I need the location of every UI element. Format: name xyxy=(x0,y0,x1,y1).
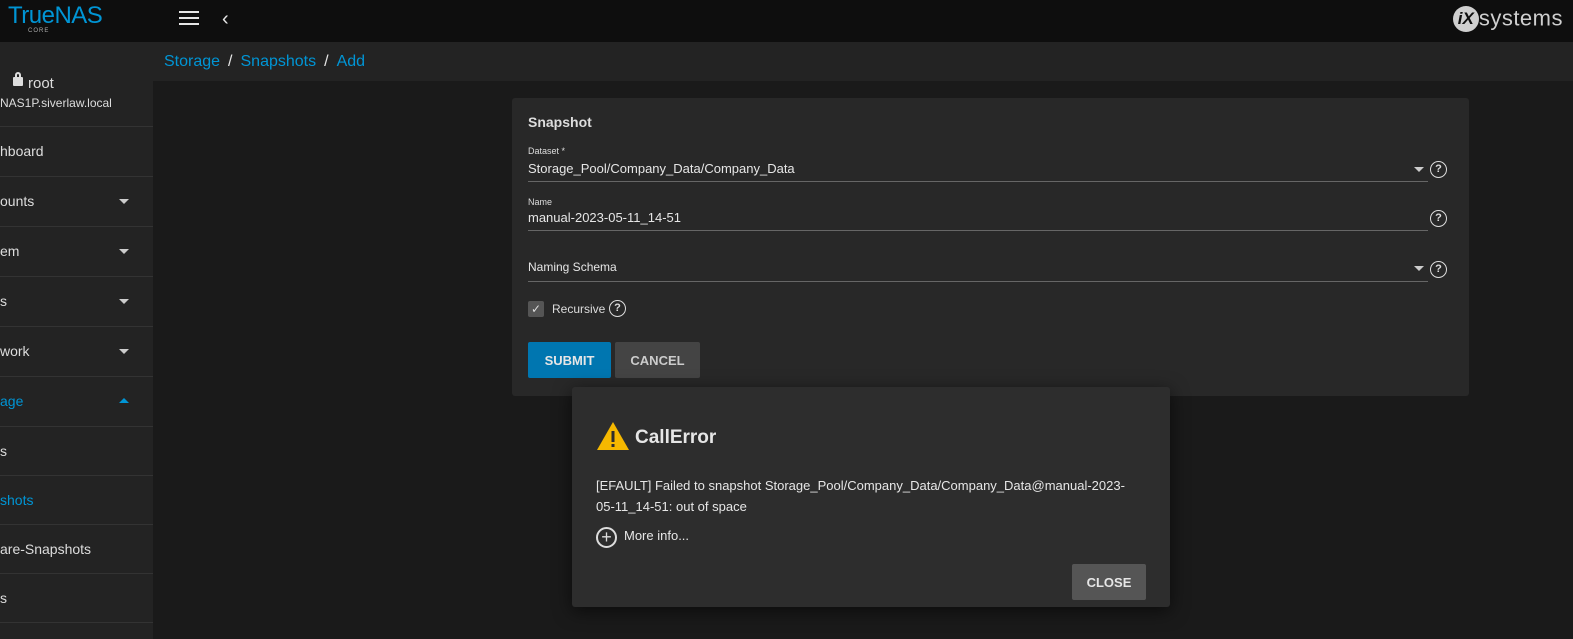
dataset-label: Dataset * xyxy=(528,146,566,156)
sidebar-item-label: ounts xyxy=(0,193,35,209)
close-button[interactable]: CLOSE xyxy=(1072,564,1146,600)
sidebar-item-tasks[interactable]: s xyxy=(0,277,153,327)
dialog-title: CallError xyxy=(635,427,717,448)
sidebar-subitem-label: s xyxy=(0,443,7,459)
help-icon[interactable]: ? xyxy=(1430,261,1447,278)
dataset-select[interactable]: Storage_Pool/Company_Data/Company_Data xyxy=(528,161,795,176)
name-underline xyxy=(528,230,1428,231)
sidebar-item-dashboard[interactable]: hboard xyxy=(0,127,153,177)
sidebar-subitem-label: are-Snapshots xyxy=(0,541,92,557)
sidebar-item-label: s xyxy=(0,293,7,309)
warning-icon xyxy=(597,422,629,450)
help-icon[interactable]: ? xyxy=(1430,210,1447,227)
form-title: Snapshot xyxy=(528,114,592,130)
name-input[interactable]: manual-2023-05-11_14-51 xyxy=(528,210,681,225)
logo-subtitle: CORE xyxy=(28,28,50,34)
username: root xyxy=(28,75,54,92)
chevron-down-icon xyxy=(119,299,129,304)
sidebar-subitem-vmware-snapshots[interactable]: are-Snapshots xyxy=(0,525,153,574)
ixsystems-logo[interactable]: iX systems xyxy=(1452,4,1563,32)
plus-circle-icon: + xyxy=(596,527,617,548)
breadcrumb: Storage / Snapshots / Add xyxy=(164,53,365,71)
cancel-button[interactable]: CANCEL xyxy=(615,342,700,378)
breadcrumb-storage[interactable]: Storage xyxy=(164,53,220,70)
name-label: Name xyxy=(528,197,553,207)
sidebar: root NAS1P.siverlaw.local hboard ounts e… xyxy=(0,42,153,639)
sidebar-item-accounts[interactable]: ounts xyxy=(0,177,153,227)
sidebar-subitem-pools[interactable]: s xyxy=(0,427,153,476)
ix-mark: iX xyxy=(1452,5,1479,32)
sidebar-item-storage[interactable]: age xyxy=(0,377,153,427)
sidebar-subitem-label: shots xyxy=(0,492,34,508)
sidebar-item-label: work xyxy=(0,343,30,359)
sidebar-item-system[interactable]: em xyxy=(0,227,153,277)
breadcrumb-separator: / xyxy=(324,53,329,70)
sidebar-subitem-label: s xyxy=(0,590,7,606)
dataset-underline xyxy=(528,181,1428,182)
chevron-left-icon[interactable]: ‹ xyxy=(222,8,229,31)
sidebar-subitem-snapshots[interactable]: shots xyxy=(0,476,153,525)
schema-underline xyxy=(528,281,1428,282)
dialog-message: [EFAULT] Failed to snapshot Storage_Pool… xyxy=(596,478,1125,514)
breadcrumb-snapshots[interactable]: Snapshots xyxy=(241,53,317,70)
sidebar-item-label: hboard xyxy=(0,143,44,159)
sidebar-item-label: em xyxy=(0,243,20,259)
top-toolbar: TrueNAS CORE ‹ iX systems xyxy=(0,0,1573,42)
more-info-label: More info... xyxy=(624,528,690,543)
dropdown-arrow-icon[interactable] xyxy=(1414,167,1424,172)
naming-schema-select[interactable]: Naming Schema xyxy=(528,260,617,274)
menu-icon[interactable] xyxy=(179,11,199,27)
chevron-down-icon xyxy=(119,199,129,204)
hostname: NAS1P.siverlaw.local xyxy=(0,96,112,110)
sidebar-subitem-disks[interactable]: s xyxy=(0,574,153,623)
error-dialog: CallError [EFAULT] Failed to snapshot St… xyxy=(572,387,1170,607)
dropdown-arrow-icon[interactable] xyxy=(1414,266,1424,271)
breadcrumb-bar: Storage / Snapshots / Add xyxy=(153,42,1573,81)
chevron-down-icon xyxy=(119,349,129,354)
help-icon[interactable]: ? xyxy=(609,300,626,317)
breadcrumb-separator: / xyxy=(228,53,233,70)
truenas-logo: TrueNAS xyxy=(8,2,103,29)
sidebar-item-label: age xyxy=(0,393,24,409)
snapshot-form-card: Snapshot Dataset * Storage_Pool/Company_… xyxy=(512,98,1469,396)
breadcrumb-add[interactable]: Add xyxy=(337,53,365,70)
submit-button[interactable]: SUBMIT xyxy=(528,342,611,378)
chevron-up-icon xyxy=(119,398,129,403)
help-icon[interactable]: ? xyxy=(1430,161,1447,178)
recursive-checkbox[interactable]: ✓ xyxy=(528,301,544,317)
sidebar-item-network[interactable]: work xyxy=(0,327,153,377)
lock-icon xyxy=(13,72,23,86)
recursive-label: Recursive xyxy=(552,302,606,316)
chevron-down-icon xyxy=(119,249,129,254)
user-panel: root NAS1P.siverlaw.local xyxy=(0,42,153,127)
ix-wordmark: systems xyxy=(1478,5,1563,31)
